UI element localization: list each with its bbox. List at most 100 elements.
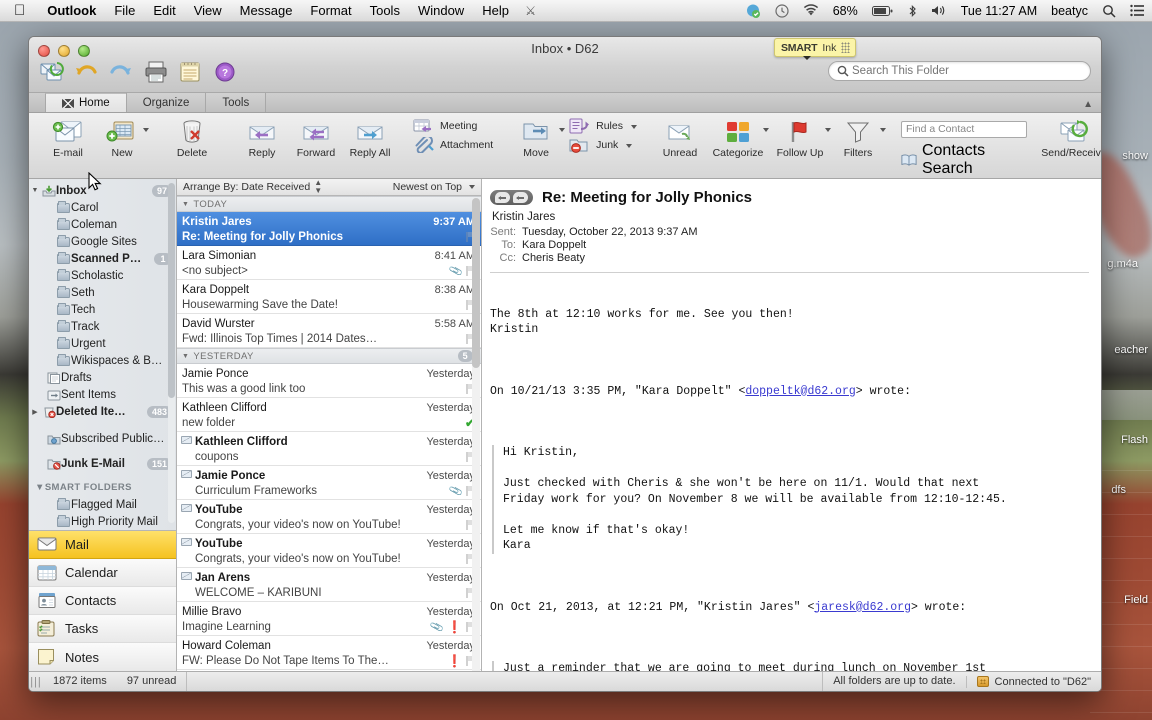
chevron-down-icon[interactable] — [1100, 128, 1101, 132]
message-group-header-yesterday[interactable]: ▼ YESTERDAY 5 — [177, 348, 481, 364]
new-button[interactable]: New — [95, 115, 149, 159]
sidebar-scrollbar[interactable] — [168, 183, 175, 523]
forward-button[interactable]: Reply All — [343, 115, 397, 159]
message-list-item[interactable]: ↩ Celia GarciaFernandez Yesterday — [177, 670, 481, 671]
notification-center-icon[interactable] — [1123, 4, 1152, 17]
email-button[interactable]: E-mail — [41, 115, 95, 159]
message-list-item[interactable]: David Wurster 5:58 AM Fwd: Illinois Top … — [177, 314, 481, 348]
email-link[interactable]: jaresk@d62.org — [814, 601, 911, 614]
timemachine-icon[interactable] — [768, 3, 796, 18]
message-list-item[interactable]: Millie Bravo Yesterday Imagine Learning … — [177, 602, 481, 636]
folder-search-box[interactable] — [828, 61, 1091, 81]
drag-grip-icon[interactable] — [841, 42, 851, 53]
disclosure-triangle-right-icon[interactable]: ▶ — [29, 408, 41, 416]
sidebar-item-urgent[interactable]: Urgent — [29, 335, 176, 352]
message-group-header-today[interactable]: ▼ TODAY — [177, 196, 481, 212]
sidebar-item-sent-items[interactable]: Sent Items — [29, 386, 176, 403]
smart-folders-header[interactable]: ▼ SMART FOLDERS — [29, 478, 176, 496]
sidebar-item-scanned-p[interactable]: Scanned P… 1 — [29, 250, 176, 267]
undo-icon[interactable] — [74, 61, 100, 85]
menu-item-edit[interactable]: Edit — [144, 0, 184, 22]
dropbox-icon[interactable] — [739, 4, 768, 18]
message-list-item[interactable]: Kristin Jares 9:37 AM Re: Meeting for Jo… — [177, 212, 481, 246]
sidebar-item-google-sites[interactable]: Google Sites — [29, 233, 176, 250]
folder-search-input[interactable] — [852, 65, 1082, 77]
sidebar-item-high-priority-mail[interactable]: High Priority Mail — [29, 513, 176, 530]
menu-item-window[interactable]: Window — [409, 0, 473, 22]
sidebar-item-drafts[interactable]: Drafts — [29, 369, 176, 386]
reply-all-button[interactable]: Forward — [289, 115, 343, 159]
sidebar-item-wikispaces[interactable]: Wikispaces & B… — [29, 352, 176, 369]
disclosure-triangle-down-icon[interactable]: ▼ — [182, 353, 189, 360]
menu-item-format[interactable]: Format — [301, 0, 360, 22]
delete-button[interactable]: Delete — [165, 115, 219, 159]
junk-button[interactable]: Junk — [569, 137, 637, 153]
tab-organize[interactable]: Organize — [125, 93, 207, 112]
chevron-down-icon[interactable] — [143, 128, 149, 132]
volume-icon[interactable] — [924, 4, 954, 17]
menu-item-view[interactable]: View — [185, 0, 231, 22]
bluetooth-icon[interactable] — [901, 4, 924, 18]
sort-order-control[interactable]: Newest on Top — [393, 181, 475, 193]
message-list-scrollbar[interactable] — [472, 198, 480, 671]
message-list-item[interactable]: Jamie Ponce Yesterday This was a good li… — [177, 364, 481, 398]
battery-icon[interactable] — [865, 5, 901, 17]
tab-home[interactable]: Home — [45, 93, 127, 112]
apple-logo-icon[interactable]:  — [0, 3, 38, 18]
disclosure-triangle-down-icon[interactable]: ▼ — [35, 482, 45, 493]
sidebar-item-scholastic[interactable]: Scholastic — [29, 267, 176, 284]
disclosure-triangle-down-icon[interactable]: ▼ — [29, 187, 41, 194]
menu-item-tools[interactable]: Tools — [361, 0, 409, 22]
unread-button[interactable]: Unread — [653, 115, 707, 159]
message-list-item[interactable]: Kathleen Clifford Yesterday coupons — [177, 432, 481, 466]
message-list-item[interactable]: Kathleen Clifford Yesterday new folder ✔ — [177, 398, 481, 432]
reply-button[interactable]: Reply — [235, 115, 289, 159]
sidebar-item-tech[interactable]: Tech — [29, 301, 176, 318]
chevron-down-icon[interactable] — [626, 144, 633, 148]
follow-up-button[interactable]: Follow Up — [769, 115, 831, 159]
message-list-item[interactable]: Lara Simonian 8:41 AM <no subject> 📎 — [177, 246, 481, 280]
message-list-item[interactable]: Howard Coleman Yesterday FW: Please Do N… — [177, 636, 481, 670]
contacts-search-button[interactable]: Contacts Search — [901, 142, 1027, 178]
message-list-scroll-area[interactable]: ▼ TODAY Kristin Jares 9:37 AM Re: Meetin… — [177, 196, 481, 671]
note-icon[interactable] — [179, 61, 205, 85]
disclosure-triangle-down-icon[interactable]: ▼ — [182, 201, 189, 208]
rules-button[interactable]: Rules — [569, 118, 637, 134]
message-list-item[interactable]: YouTube Yesterday Congrats, your video's… — [177, 534, 481, 568]
module-notes[interactable]: Notes — [29, 643, 176, 671]
message-list-item[interactable]: Kara Doppelt 8:38 AM Housewarming Save t… — [177, 280, 481, 314]
arrange-by-control[interactable]: Arrange By: Date Received ▲ ▼ — [183, 179, 322, 195]
sort-updown-icon[interactable]: ▲ ▼ — [314, 179, 322, 195]
smart-ink-toolbar-top[interactable]: SMART Ink — [774, 38, 857, 60]
print-icon[interactable] — [144, 61, 170, 85]
send-receive-button[interactable]: Send/Receive — [1041, 115, 1101, 159]
menu-item-outlook[interactable]: Outlook — [38, 0, 105, 22]
message-list-item[interactable]: Jamie Ponce Yesterday Curriculum Framewo… — [177, 466, 481, 500]
tab-tools[interactable]: Tools — [205, 93, 267, 112]
sidebar-item-track[interactable]: Track — [29, 318, 176, 335]
menu-item-message[interactable]: Message — [231, 0, 302, 22]
meeting-button[interactable]: Meeting — [413, 118, 493, 134]
module-tasks[interactable]: Tasks — [29, 615, 176, 643]
chevron-down-icon[interactable] — [630, 125, 637, 129]
module-contacts[interactable]: Contacts — [29, 587, 176, 615]
email-link[interactable]: doppeltk@d62.org — [745, 385, 855, 398]
chevron-down-icon[interactable] — [469, 185, 475, 189]
redo-icon[interactable] — [109, 61, 135, 85]
sidebar-item-subscribed-public-folders[interactable]: Subscribed Public… — [29, 430, 176, 447]
menu-item-file[interactable]: File — [105, 0, 144, 22]
sidebar-item-carol[interactable]: Carol — [29, 199, 176, 216]
module-calendar[interactable]: Calendar — [29, 559, 176, 587]
sidebar-item-flagged-mail[interactable]: Flagged Mail — [29, 496, 176, 513]
move-button[interactable]: Move — [509, 115, 566, 159]
sidebar-item-junk-email[interactable]: Junk E-Mail 151 — [29, 455, 176, 472]
help-icon[interactable]: ? — [214, 61, 240, 85]
module-mail[interactable]: Mail — [29, 531, 176, 559]
message-list-item[interactable]: Jan Arens Yesterday WELCOME – KARIBUNI — [177, 568, 481, 602]
pane-resize-grip[interactable]: ||| — [29, 676, 43, 688]
sidebar-item-coleman[interactable]: Coleman — [29, 216, 176, 233]
sidebar-item-inbox[interactable]: ▼ Inbox 97 — [29, 182, 176, 199]
send-receive-icon[interactable] — [39, 61, 65, 85]
wifi-icon[interactable] — [796, 4, 826, 17]
filters-button[interactable]: Filters — [831, 115, 886, 159]
